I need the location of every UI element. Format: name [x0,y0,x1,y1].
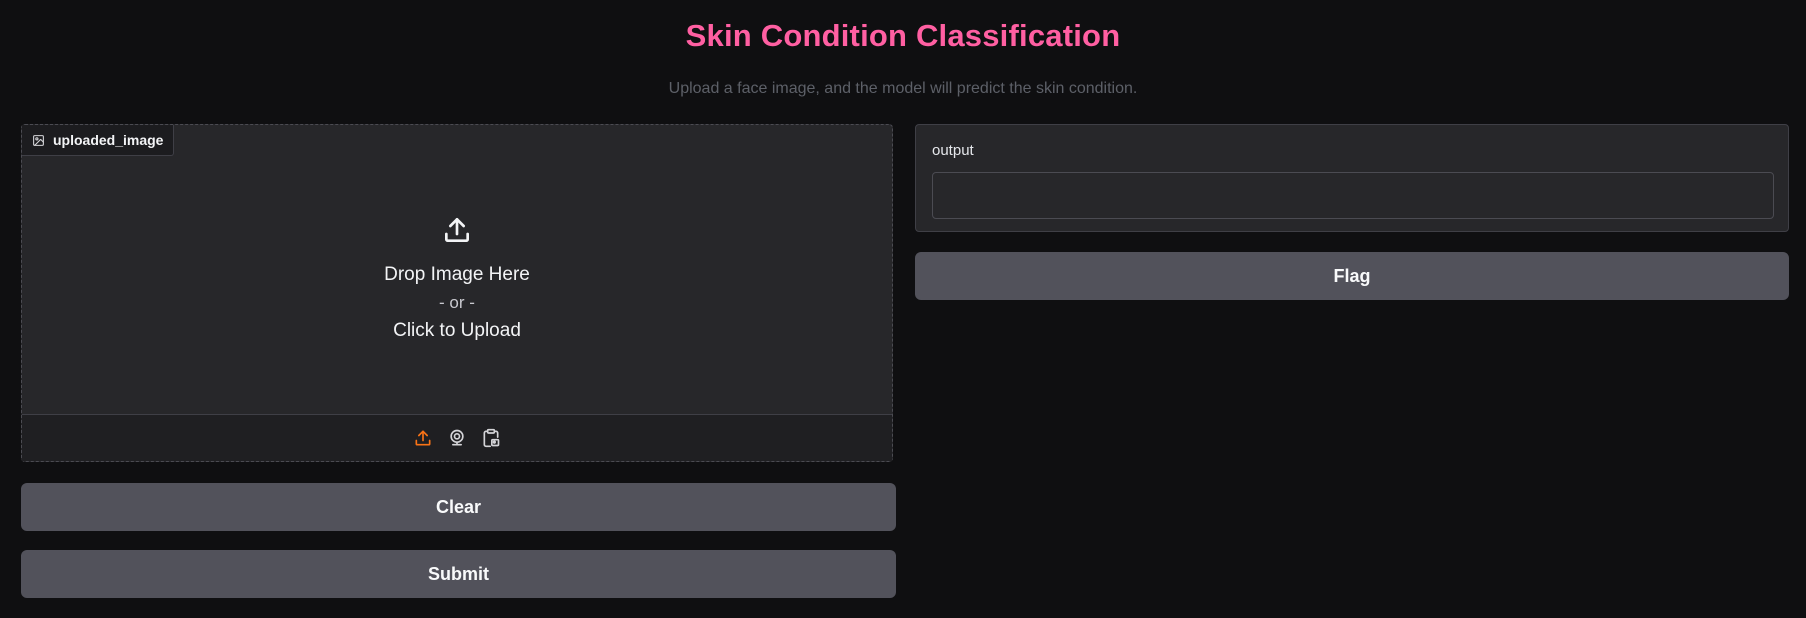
output-panel: output [915,124,1789,232]
page-description: Upload a face image, and the model will … [668,80,1138,97]
image-upload-panel: Drop Image Here - or - Click to Upload u… [21,124,893,462]
drop-image-text: Drop Image Here [384,263,530,285]
upload-icon [441,214,473,251]
output-label: output [932,142,974,159]
page-title: Skin Condition Classification [685,18,1121,53]
upload-source-icon[interactable] [412,427,434,449]
clear-button[interactable]: Clear [21,483,896,531]
source-selector [22,414,892,461]
output-textbox[interactable] [932,172,1774,219]
clipboard-icon[interactable] [480,427,502,449]
app-root: Skin Condition Classification Upload a f… [0,0,1806,618]
webcam-icon[interactable] [446,427,468,449]
input-label: uploaded_image [22,125,175,156]
flag-button[interactable]: Flag [915,252,1789,300]
click-to-upload-text: Click to Upload [393,319,521,341]
input-label-text: uploaded_image [53,132,164,148]
image-drop-zone[interactable]: Drop Image Here - or - Click to Upload [22,125,892,415]
submit-button[interactable]: Submit [21,550,896,598]
or-separator: - or - [439,292,475,312]
image-icon [32,134,45,147]
